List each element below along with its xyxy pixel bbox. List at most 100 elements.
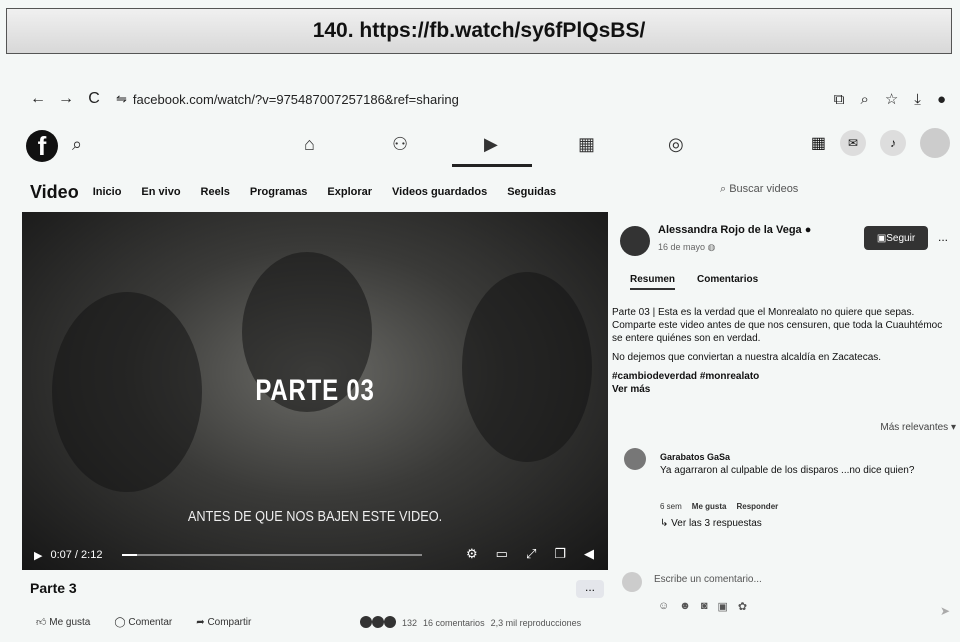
reaction-count[interactable]: 132	[402, 618, 417, 628]
video-overlay-subtitle: ANTES DE QUE NOS BAJEN ESTE VIDEO.	[187, 508, 443, 525]
like-button[interactable]: 👍︎ Me gusta	[36, 616, 90, 628]
comment-reply-button[interactable]: Responder	[736, 502, 778, 511]
video-overlay-title: PARTE 03	[255, 374, 375, 407]
post-side-panel: Alessandra Rojo de la Vega ● 16 de mayo …	[612, 212, 960, 642]
bookmark-star-icon[interactable]: ☆	[885, 90, 898, 108]
marketplace-icon[interactable]: ▦	[578, 134, 595, 155]
follow-icon: ▣	[876, 232, 887, 244]
video-search-input[interactable]: ⌕ Buscar videos	[720, 183, 798, 196]
post-hashtags[interactable]: #cambiodeverdad #monrealato	[612, 370, 952, 383]
account-avatar[interactable]	[920, 128, 950, 158]
commenter-name[interactable]: Garabatos GaSa	[660, 452, 730, 462]
section-title: Video	[30, 181, 79, 202]
post-tabs: Resumen Comentarios	[630, 274, 758, 290]
comment-bubble-icon: ◯	[114, 616, 129, 628]
author-avatar[interactable]	[620, 226, 650, 256]
comment-input[interactable]: Escribe un comentario...	[654, 574, 762, 585]
thumbs-up-icon: 👍︎	[36, 617, 50, 628]
video-title: Parte 3	[30, 580, 77, 596]
pip-icon[interactable]: ❐	[554, 546, 566, 562]
comment-meta: 6 sem Me gusta Responder	[660, 502, 778, 511]
reply-arrow-icon: ↳	[660, 518, 672, 529]
comment-time[interactable]: 6 sem	[660, 502, 682, 511]
subnav-item-inicio[interactable]: Inicio	[93, 186, 122, 198]
video-action-bar: 👍︎ Me gusta ◯ Comentar ➦ Compartir	[36, 616, 251, 629]
post-more-options-button[interactable]: ...	[938, 230, 948, 244]
tab-comentarios[interactable]: Comentarios	[697, 274, 758, 290]
video-subnav: Video Inicio En vivo Reels Programas Exp…	[0, 175, 960, 209]
verified-badge-icon: ●	[804, 224, 812, 236]
share-button[interactable]: ➦ Compartir	[196, 617, 251, 628]
home-icon[interactable]: ⌂	[304, 134, 315, 155]
forward-arrow-icon[interactable]: →	[52, 90, 80, 108]
nav-right-actions: ▦ ✉ ♪	[811, 128, 950, 158]
comment-sort-dropdown[interactable]: Más relevantes ▾	[880, 422, 956, 433]
download-icon[interactable]: ⤓	[914, 91, 921, 108]
install-app-icon[interactable]: ⧉	[834, 91, 845, 108]
post-description: Parte 03 | Esta es la verdad que el Monr…	[612, 306, 952, 396]
comment-button[interactable]: ◯ Comentar	[114, 617, 172, 628]
commenter-avatar[interactable]	[624, 448, 646, 470]
subnav-item-videos-guardados[interactable]: Videos guardados	[392, 186, 487, 198]
video-stats: 132 16 comentarios 2,3 mil reproduccione…	[360, 616, 581, 630]
zoom-icon[interactable]: ⌕	[860, 91, 868, 108]
view-replies-link[interactable]: ↳ Ver las 3 respuestas	[660, 518, 762, 529]
subnav-item-explorar[interactable]: Explorar	[327, 186, 372, 198]
search-icon[interactable]: ⌕	[72, 134, 82, 155]
caret-down-icon: ▾	[950, 422, 956, 433]
comment-text: Ya agarraron al culpable de los disparos…	[660, 465, 915, 476]
video-player[interactable]: PARTE 03 ANTES DE QUE NOS BAJEN ESTE VID…	[22, 212, 608, 570]
video-progress-bar[interactable]	[122, 554, 422, 556]
sticker-icon[interactable]: ✿	[738, 600, 747, 613]
menu-grid-icon[interactable]: ▦	[811, 133, 826, 153]
comment-input-tools: ☺ ☻ ◙ ▣ ✿	[658, 600, 747, 613]
miniplayer-icon[interactable]: ▭	[496, 546, 508, 562]
video-progress-fill	[122, 554, 137, 556]
emoji-icon[interactable]: ☻	[679, 600, 691, 613]
banner-text: 140. https://fb.watch/sy6fPlQsBS/	[312, 19, 646, 42]
comment-like-button[interactable]: Me gusta	[692, 502, 727, 511]
see-more-link[interactable]: Ver más	[612, 383, 952, 396]
facebook-logo[interactable]: f	[26, 130, 58, 162]
post-paragraph-2: No dejemos que conviertan a nuestra alca…	[612, 352, 882, 363]
reaction-icons	[360, 616, 396, 630]
video-icon[interactable]: ▶	[484, 134, 498, 155]
groups-icon[interactable]: ◎	[668, 134, 684, 155]
friends-icon[interactable]: ⚇	[392, 134, 408, 155]
share-icon: ➦	[196, 616, 208, 628]
volume-icon[interactable]: ◀	[584, 546, 594, 562]
comment-count[interactable]: 16 comentarios	[423, 618, 485, 628]
post-paragraph-1: Parte 03 | Esta es la verdad que el Monr…	[612, 307, 943, 344]
reload-icon[interactable]: C	[80, 90, 108, 108]
post-date[interactable]: 16 de mayo ◍	[658, 242, 715, 253]
subnav-item-seguidas[interactable]: Seguidas	[507, 186, 556, 198]
subnav-item-en-vivo[interactable]: En vivo	[141, 186, 180, 198]
video-more-options-button[interactable]: ...	[576, 580, 604, 598]
gif-icon[interactable]: ▣	[717, 600, 727, 613]
browser-toolbar: ← → C ⇋ facebook.com/watch/?v=9754870072…	[0, 82, 960, 116]
view-count: 2,3 mil reproducciones	[490, 618, 582, 628]
follow-button[interactable]: ▣ Seguir	[864, 226, 928, 250]
tab-resumen[interactable]: Resumen	[630, 274, 676, 290]
play-icon[interactable]: ▶	[34, 549, 42, 562]
send-arrow-icon[interactable]: ➤	[940, 604, 950, 618]
video-time: 0:07 / 2:12	[50, 549, 103, 561]
avatar-sticker-icon[interactable]: ☺	[658, 600, 669, 613]
privacy-globe-icon: ◍	[707, 242, 716, 252]
url-banner: 140. https://fb.watch/sy6fPlQsBS/	[6, 8, 952, 54]
profile-icon[interactable]: ●	[937, 91, 946, 108]
author-name[interactable]: Alessandra Rojo de la Vega ●	[658, 224, 811, 236]
search-icon: ⌕	[720, 183, 730, 195]
settings-gear-icon[interactable]: ⚙	[466, 546, 478, 562]
address-bar[interactable]: ⇋ facebook.com/watch/?v=975487007257186&…	[116, 91, 459, 107]
fullscreen-icon[interactable]: ⤢	[526, 546, 536, 562]
url-text: facebook.com/watch/?v=975487007257186&re…	[132, 91, 459, 107]
subnav-item-programas[interactable]: Programas	[250, 186, 307, 198]
back-arrow-icon[interactable]: ←	[24, 90, 52, 108]
site-settings-icon[interactable]: ⇋	[116, 91, 127, 107]
camera-icon[interactable]: ◙	[701, 600, 708, 613]
subnav-item-reels[interactable]: Reels	[201, 186, 230, 198]
messenger-icon[interactable]: ✉	[840, 130, 866, 156]
browser-actions: ⧉ ⌕ ☆ ⤓ ●	[834, 82, 946, 116]
notifications-bell-icon[interactable]: ♪	[880, 130, 906, 156]
